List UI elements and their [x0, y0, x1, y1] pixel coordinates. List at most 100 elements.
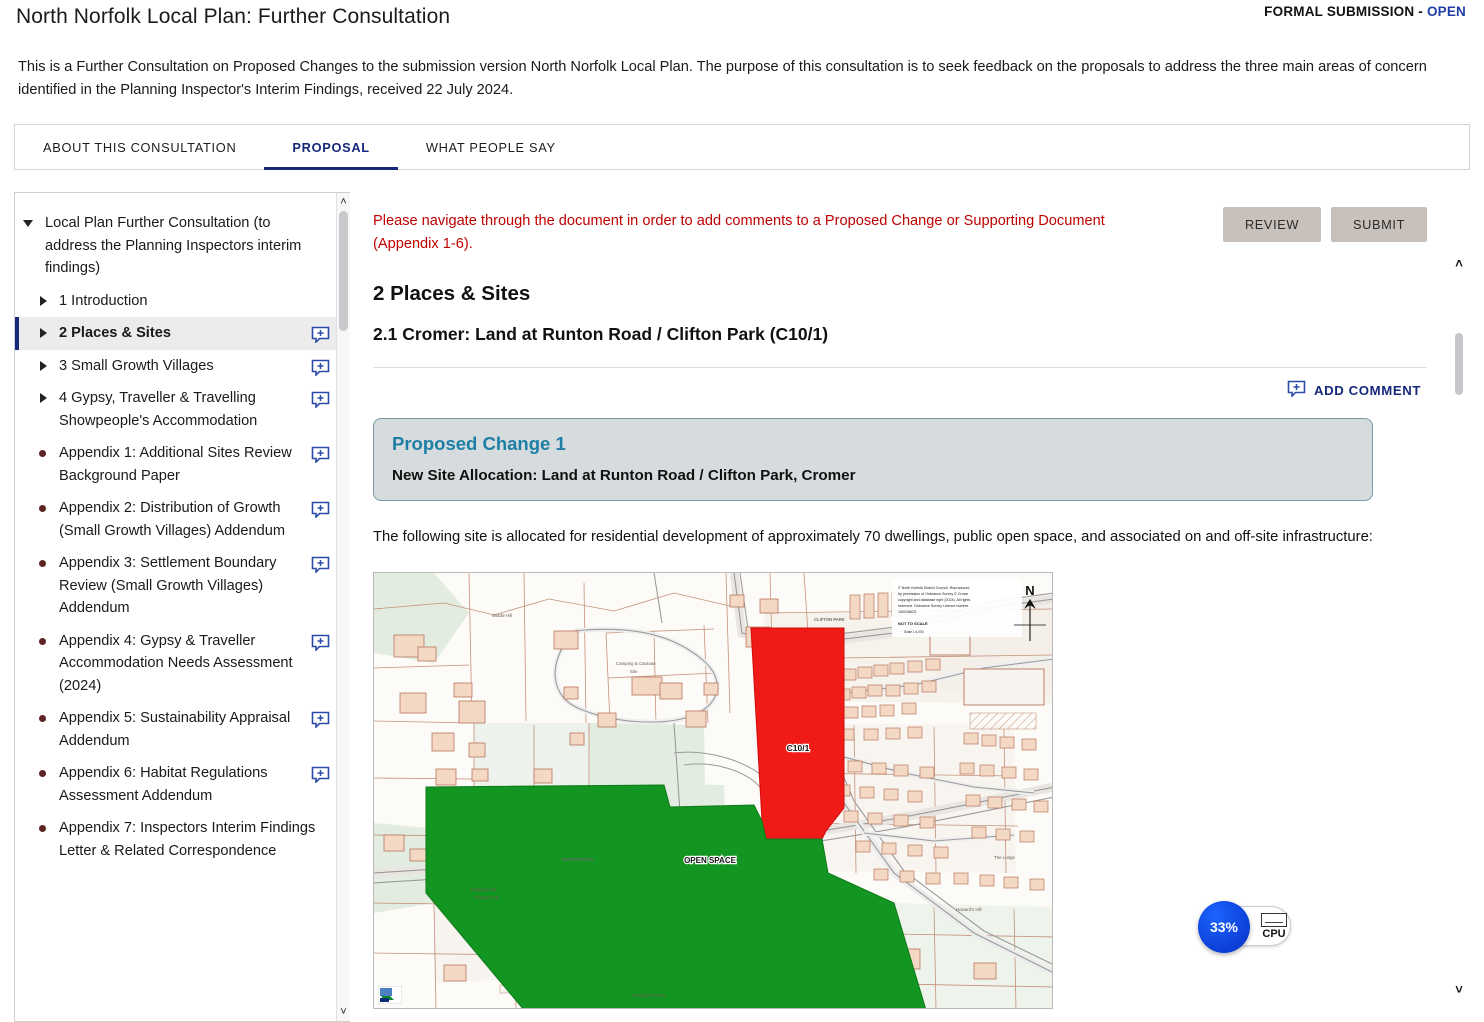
review-button[interactable]: REVIEW	[1222, 207, 1322, 242]
map-graphic: C10/1 OPEN SPACE Middle Hill Camping & C…	[374, 573, 1052, 1008]
scroll-up-icon[interactable]: ˄	[1449, 255, 1469, 273]
add-comment-icon	[1287, 380, 1306, 400]
svg-text:Scale 1:4,000: Scale 1:4,000	[904, 630, 924, 634]
svg-text:NOT TO SCALE: NOT TO SCALE	[898, 621, 928, 626]
scroll-down-icon[interactable]: ˅	[337, 1005, 350, 1019]
add-comment-label: ADD COMMENT	[1314, 382, 1421, 398]
tree-item-3-small-growth-villages[interactable]: 3 Small Growth Villages	[15, 350, 336, 383]
tree-item-label: Local Plan Further Consultation (to addr…	[45, 215, 302, 276]
action-button-group: REVIEW SUBMIT	[1222, 207, 1427, 242]
svg-text:N: N	[1025, 583, 1034, 598]
document-scrollbar[interactable]: ˄ ˅	[1449, 193, 1469, 1021]
document-panel: Please navigate through the document in …	[350, 192, 1470, 1022]
add-comment-icon[interactable]	[311, 446, 330, 463]
tree-item-label: 1 Introduction	[59, 292, 148, 309]
tree-item-appendix-1[interactable]: Appendix 1: Additional Sites Review Back…	[15, 437, 336, 492]
svg-text:by permission of Ordnance Surv: by permission of Ordnance Survey © Crown	[898, 592, 968, 596]
cpu-usage-widget[interactable]: 33% CPU	[1198, 901, 1291, 953]
svg-text:reserved. Ordnance Survey Lice: reserved. Ordnance Survey Licence number	[898, 604, 969, 608]
tree-item-appendix-7[interactable]: Appendix 7: Inspectors Interim Findings …	[15, 812, 336, 867]
app-root: North Norfolk Local Plan: Further Consul…	[0, 0, 1484, 1022]
page-title: North Norfolk Local Plan: Further Consul…	[16, 5, 451, 28]
tree-item-4-gypsy-traveller[interactable]: 4 Gypsy, Traveller & Travelling Showpeop…	[15, 382, 336, 437]
add-comment-icon[interactable]	[311, 391, 330, 408]
open-space-label: OPEN SPACE	[684, 856, 737, 865]
svg-text:RUNTON ROAD: RUNTON ROAD	[562, 857, 593, 862]
submission-status-badge: FORMAL SUBMISSION - OPEN	[1264, 4, 1466, 19]
proposed-change-subtitle: New Site Allocation: Land at Runton Road…	[392, 467, 856, 484]
page-header: North Norfolk Local Plan: Further Consul…	[0, 0, 1484, 34]
tree-item-appendix-2[interactable]: Appendix 2: Distribution of Growth (Smal…	[15, 492, 336, 547]
document-scrollbar-thumb[interactable]	[1455, 333, 1463, 395]
tree-item-appendix-4[interactable]: Appendix 4: Gypsy & Traveller Accommodat…	[15, 625, 336, 703]
cpu-indicator: CPU	[1258, 912, 1290, 940]
tree-item-label: 4 Gypsy, Traveller & Travelling Showpeop…	[59, 390, 258, 429]
cpu-chip-icon	[1261, 912, 1287, 927]
tree-item-label: Appendix 4: Gypsy & Traveller Accommodat…	[59, 632, 293, 694]
svg-text:© North Norfolk District Counc: © North Norfolk District Council. Reprod…	[898, 586, 969, 590]
cpu-label: CPU	[1262, 927, 1286, 940]
svg-text:The Lodge: The Lodge	[994, 855, 1016, 860]
add-comment-row: ADD COMMENT	[373, 380, 1427, 400]
allocation-site-polygon	[750, 627, 845, 840]
svg-text:Site: Site	[630, 669, 638, 674]
tree-item-label: 3 Small Growth Villages	[59, 357, 214, 374]
add-comment-icon[interactable]	[311, 634, 330, 651]
tab-proposal[interactable]: PROPOSAL	[264, 125, 399, 170]
svg-text:CLIFTON PARK: CLIFTON PARK	[814, 617, 845, 622]
navigation-notice: Please navigate through the document in …	[373, 213, 1105, 252]
tree-item-2-places-and-sites[interactable]: 2 Places & Sites	[15, 317, 336, 350]
submission-status-label: FORMAL SUBMISSION -	[1264, 4, 1427, 19]
tree-item-1-introduction[interactable]: 1 Introduction	[15, 285, 336, 318]
intro-paragraph: This is a Further Consultation on Propos…	[18, 59, 1427, 98]
svg-text:Caravan Site: Caravan Site	[474, 895, 500, 900]
section-heading: 2 Places & Sites	[373, 282, 531, 305]
scroll-down-icon[interactable]: ˅	[1449, 981, 1469, 999]
cpu-percent-badge: 33%	[1198, 901, 1250, 953]
tree-item-label: 2 Places & Sites	[59, 325, 171, 341]
allocation-paragraph: The following site is allocated for resi…	[373, 529, 1373, 545]
svg-text:Camping & Caravan: Camping & Caravan	[616, 661, 656, 666]
scroll-up-icon[interactable]: ˄	[337, 195, 350, 209]
sidebar-scrollbar-thumb[interactable]	[339, 211, 348, 331]
add-comment-icon[interactable]	[311, 556, 330, 573]
map-provider-logo-icon	[378, 986, 402, 1004]
tree-item-label: Appendix 2: Distribution of Growth (Smal…	[59, 500, 286, 539]
document-tree: Local Plan Further Consultation (to addr…	[15, 193, 336, 1021]
add-comment-icon[interactable]	[311, 711, 330, 728]
document-content: Please navigate through the document in …	[351, 193, 1449, 1021]
proposed-change-title: Proposed Change 1	[392, 433, 566, 454]
add-comment-icon[interactable]	[311, 501, 330, 518]
tree-item-local-plan-root[interactable]: Local Plan Further Consultation (to addr…	[15, 207, 336, 285]
add-comment-icon[interactable]	[311, 359, 330, 376]
svg-text:Treatment Works: Treatment Works	[632, 993, 666, 998]
add-comment-button[interactable]: ADD COMMENT	[1287, 380, 1421, 400]
submission-status-state[interactable]: OPEN	[1427, 4, 1466, 19]
tree-item-appendix-3[interactable]: Appendix 3: Settlement Boundary Review (…	[15, 547, 336, 625]
svg-text:100018623.: 100018623.	[898, 610, 917, 614]
add-comment-icon[interactable]	[311, 326, 330, 343]
svg-text:Camping and: Camping and	[470, 887, 497, 892]
tree-item-label: Appendix 1: Additional Sites Review Back…	[59, 445, 292, 484]
subsection-heading: 2.1 Cromer: Land at Runton Road / Clifto…	[373, 324, 829, 344]
add-comment-icon[interactable]	[311, 766, 330, 783]
tab-bar: ABOUT THIS CONSULTATION PROPOSAL WHAT PE…	[14, 124, 1470, 170]
svg-text:Middle Hill: Middle Hill	[492, 613, 512, 618]
tree-item-label: Appendix 7: Inspectors Interim Findings …	[59, 820, 316, 859]
proposed-change-card: Proposed Change 1 New Site Allocation: L…	[373, 418, 1373, 501]
tree-item-appendix-5[interactable]: Appendix 5: Sustainability Appraisal Add…	[15, 702, 336, 757]
tree-item-label: Appendix 6: Habitat Regulations Assessme…	[59, 765, 268, 804]
tab-what-people-say[interactable]: WHAT PEOPLE SAY	[398, 125, 584, 169]
tree-item-label: Appendix 5: Sustainability Appraisal Add…	[59, 710, 291, 749]
submit-button[interactable]: SUBMIT	[1331, 207, 1427, 242]
tree-item-label: Appendix 3: Settlement Boundary Review (…	[59, 555, 277, 616]
sidebar-scrollbar[interactable]: ˄ ˅	[336, 193, 350, 1021]
site-code-label: C10/1	[787, 743, 810, 753]
content-split: Local Plan Further Consultation (to addr…	[14, 192, 1470, 1022]
content-divider	[373, 367, 1427, 368]
tab-about-this-consultation[interactable]: ABOUT THIS CONSULTATION	[15, 125, 264, 169]
svg-text:Howard's Hill: Howard's Hill	[956, 907, 982, 912]
site-allocation-map[interactable]: C10/1 OPEN SPACE Middle Hill Camping & C…	[373, 572, 1053, 1009]
svg-text:copyright and database right (: copyright and database right (2024). All…	[898, 598, 971, 602]
tree-item-appendix-6[interactable]: Appendix 6: Habitat Regulations Assessme…	[15, 757, 336, 812]
